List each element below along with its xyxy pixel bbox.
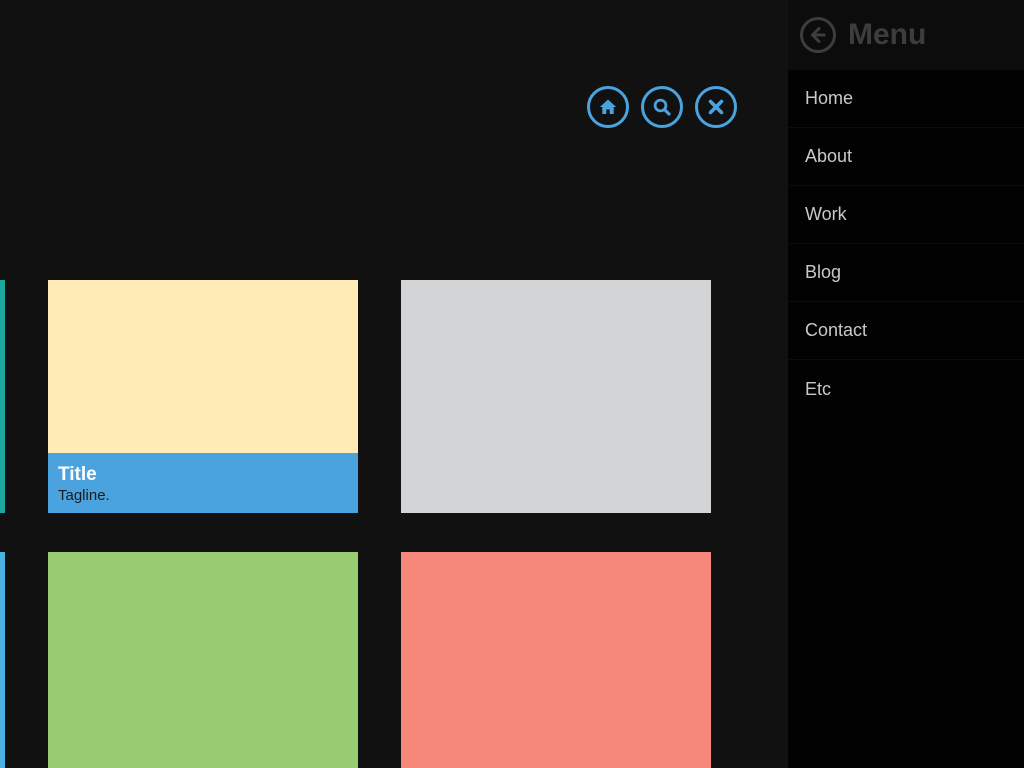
menu-item-blog[interactable]: Blog xyxy=(788,244,1024,302)
main-content: Title Tagline. xyxy=(0,0,788,768)
side-menu: Menu Home About Work Blog Contact Etc xyxy=(788,0,1024,768)
tile-tagline: Tagline. xyxy=(58,487,110,504)
search-icon xyxy=(653,98,671,116)
menu-item-etc[interactable]: Etc xyxy=(788,360,1024,418)
search-button[interactable] xyxy=(641,86,683,128)
tile-title: Title xyxy=(58,464,97,485)
arrow-left-circle-icon xyxy=(800,17,836,53)
menu-item-about[interactable]: About xyxy=(788,128,1024,186)
menu-list: Home About Work Blog Contact Etc xyxy=(788,70,1024,418)
menu-title: Menu xyxy=(848,18,927,51)
menu-item-home[interactable]: Home xyxy=(788,70,1024,128)
tile-featured[interactable]: Title Tagline. xyxy=(48,280,358,513)
close-icon xyxy=(708,99,724,115)
tile-edge-strip[interactable] xyxy=(0,280,5,513)
home-icon xyxy=(599,99,617,114)
menu-item-work[interactable]: Work xyxy=(788,186,1024,244)
tile-edge-strip[interactable] xyxy=(0,552,5,768)
tile[interactable] xyxy=(401,552,711,768)
tile-caption: Title Tagline. xyxy=(48,453,358,513)
tile[interactable] xyxy=(401,280,711,513)
tile[interactable] xyxy=(48,552,358,768)
menu-item-contact[interactable]: Contact xyxy=(788,302,1024,360)
home-button[interactable] xyxy=(587,86,629,128)
close-button[interactable] xyxy=(695,86,737,128)
menu-header[interactable]: Menu xyxy=(788,0,1024,70)
toolbar xyxy=(587,86,737,128)
